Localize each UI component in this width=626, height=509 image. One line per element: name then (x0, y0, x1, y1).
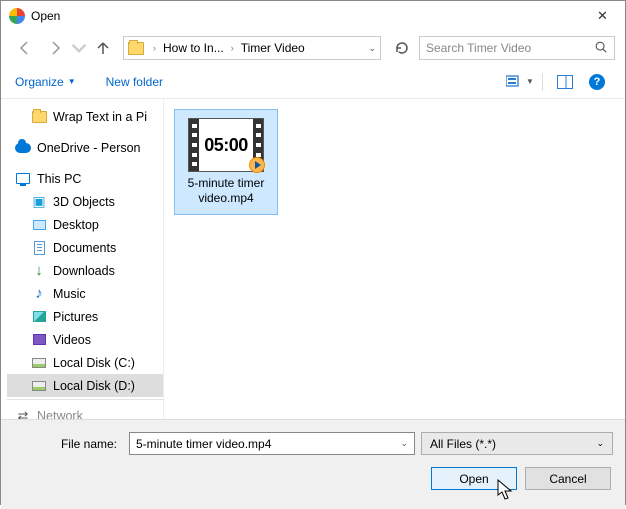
nav-row: › How to In... › Timer Video ⌄ Search Ti… (1, 31, 625, 65)
view-cluster: ▼ ? (506, 70, 611, 94)
tree-item-documents[interactable]: Documents (7, 236, 163, 259)
dropdown-icon: ▼ (68, 77, 76, 86)
document-icon (34, 241, 45, 255)
open-label: Open (459, 472, 488, 486)
separator (7, 399, 163, 400)
pc-icon (16, 173, 30, 184)
disk-icon (32, 358, 46, 368)
new-folder-label: New folder (106, 75, 163, 89)
toolbar: Organize ▼ New folder ▼ ? (1, 65, 625, 99)
disk-icon (32, 381, 46, 391)
file-name-line: video.mp4 (179, 191, 273, 206)
address-dropdown[interactable]: ⌄ (368, 43, 376, 54)
filmstrip-icon (189, 119, 199, 171)
tree-item-videos[interactable]: Videos (7, 328, 163, 351)
music-icon: ♪ (31, 286, 47, 302)
tree-item-desktop[interactable]: Desktop (7, 213, 163, 236)
tree-label: Documents (53, 241, 116, 255)
filetype-filter[interactable]: All Files (*.*) ⌄ (421, 432, 613, 455)
cancel-button[interactable]: Cancel (525, 467, 611, 490)
forward-button[interactable] (41, 34, 69, 62)
cancel-label: Cancel (549, 472, 586, 486)
tree-item-3dobjects[interactable]: ▣ 3D Objects (7, 190, 163, 213)
dropdown-icon: ⌄ (596, 438, 604, 449)
tree-item-local-disk-c[interactable]: Local Disk (C:) (7, 351, 163, 374)
tree-item-music[interactable]: ♪ Music (7, 282, 163, 305)
tree-item-pictures[interactable]: Pictures (7, 305, 163, 328)
cube-icon: ▣ (31, 194, 47, 210)
tree-item-thispc[interactable]: This PC (7, 167, 163, 190)
recent-dropdown[interactable] (71, 34, 87, 62)
network-icon: ⇄ (15, 408, 31, 420)
navigation-tree: Wrap Text in a Pi OneDrive - Person This… (1, 99, 163, 419)
filter-value: All Files (*.*) (430, 437, 496, 451)
window-title: Open (31, 9, 580, 23)
help-icon: ? (589, 74, 605, 90)
chevron-right-icon[interactable]: › (150, 43, 159, 53)
tree-label: Videos (53, 333, 91, 347)
body-area: Wrap Text in a Pi OneDrive - Person This… (1, 99, 625, 419)
tree-item-network[interactable]: ⇄ Network (7, 404, 163, 419)
search-input[interactable]: Search Timer Video (419, 36, 615, 60)
tree-label: Local Disk (D:) (53, 379, 135, 393)
file-item-selected[interactable]: 05:00 5-minute timer video.mp4 (174, 109, 278, 215)
desktop-icon (33, 220, 46, 230)
separator (542, 73, 543, 91)
dropdown-icon: ▼ (526, 77, 534, 86)
help-button[interactable]: ? (583, 70, 611, 94)
thumb-text: 05:00 (204, 134, 248, 157)
organize-menu[interactable]: Organize ▼ (15, 75, 76, 89)
folder-icon (128, 42, 144, 55)
tree-label: Pictures (53, 310, 98, 324)
preview-pane-button[interactable] (551, 70, 579, 94)
bottom-panel: File name: 5-minute timer video.mp4 ⌄ Al… (1, 419, 625, 509)
view-mode-button[interactable]: ▼ (506, 70, 534, 94)
videos-icon (33, 334, 46, 345)
search-icon[interactable] (594, 40, 608, 57)
chrome-icon (9, 8, 25, 24)
tree-item-local-disk-d[interactable]: Local Disk (D:) (7, 374, 163, 397)
tree-label: Local Disk (C:) (53, 356, 135, 370)
close-button[interactable]: ✕ (580, 1, 625, 31)
search-placeholder: Search Timer Video (426, 41, 531, 55)
breadcrumb-segment[interactable]: How to In... (159, 37, 228, 59)
cloud-icon (15, 143, 31, 153)
tree-label: Wrap Text in a Pi (53, 110, 147, 124)
back-button[interactable] (11, 34, 39, 62)
title-bar: Open ✕ (1, 1, 625, 31)
tree-item-downloads[interactable]: ↓ Downloads (7, 259, 163, 282)
refresh-button[interactable] (387, 34, 417, 62)
chevron-right-icon[interactable]: › (228, 43, 237, 53)
breadcrumb-segment[interactable]: Timer Video (237, 37, 309, 59)
video-thumbnail: 05:00 (188, 118, 264, 172)
tree-label: Desktop (53, 218, 99, 232)
tree-label: Network (37, 409, 83, 420)
filename-input[interactable]: 5-minute timer video.mp4 ⌄ (129, 432, 415, 455)
tree-label: This PC (37, 172, 81, 186)
download-icon: ↓ (31, 263, 47, 279)
filename-value: 5-minute timer video.mp4 (136, 437, 271, 451)
tree-label: Downloads (53, 264, 115, 278)
dropdown-icon[interactable]: ⌄ (400, 438, 408, 449)
tree-item-folder[interactable]: Wrap Text in a Pi (7, 105, 163, 128)
tree-label: Music (53, 287, 86, 301)
organize-label: Organize (15, 75, 64, 89)
file-pane[interactable]: 05:00 5-minute timer video.mp4 (163, 99, 625, 419)
tree-label: OneDrive - Person (37, 141, 141, 155)
open-button[interactable]: Open (431, 467, 517, 490)
tree-item-onedrive[interactable]: OneDrive - Person (7, 136, 163, 159)
folder-icon (32, 111, 47, 123)
address-bar[interactable]: › How to In... › Timer Video ⌄ (123, 36, 381, 60)
tree-label: 3D Objects (53, 195, 115, 209)
filename-label: File name: (13, 437, 123, 451)
new-folder-button[interactable]: New folder (106, 75, 163, 89)
play-icon (249, 157, 265, 173)
up-button[interactable] (89, 34, 117, 62)
pictures-icon (33, 311, 46, 322)
file-name-line: 5-minute timer (179, 176, 273, 191)
